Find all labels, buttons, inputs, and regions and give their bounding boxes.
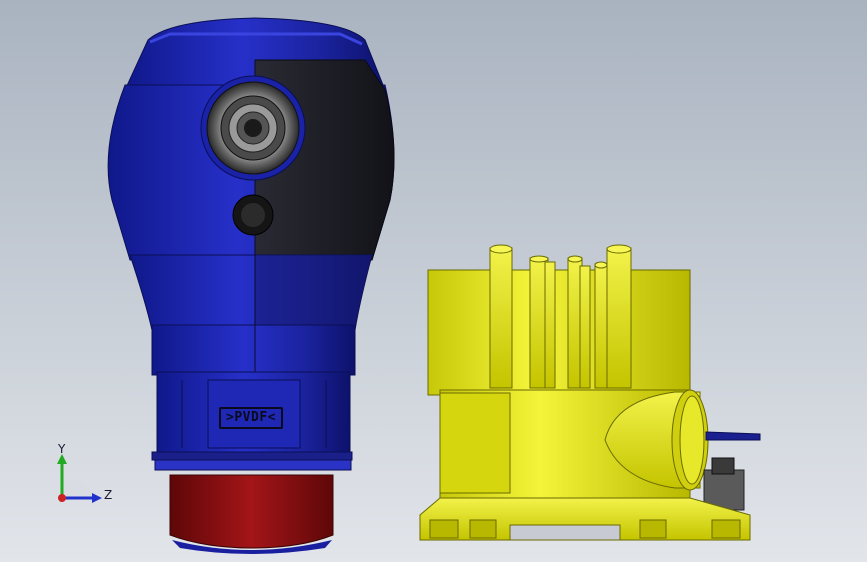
cad-viewport[interactable]: >PVDF< Y Z <box>0 0 867 562</box>
bracket-cylinder <box>427 269 691 396</box>
sensor-model[interactable] <box>107 17 395 554</box>
bracket-plate <box>705 431 761 441</box>
cable-gland <box>200 75 306 181</box>
y-axis-label: Y <box>58 442 66 456</box>
pvdf-label: >PVDF< <box>219 407 283 429</box>
triad-backdrop <box>62 474 94 498</box>
z-axis-label: Z <box>104 488 113 502</box>
origin-dot <box>58 494 66 502</box>
z-axis-arrow <box>92 493 102 503</box>
bracket-model[interactable] <box>419 244 761 541</box>
view-orientation-triad[interactable]: Y Z <box>44 440 124 510</box>
model-scene[interactable] <box>0 0 867 562</box>
sensor-thread <box>169 474 334 549</box>
sensor-neck <box>151 324 356 376</box>
